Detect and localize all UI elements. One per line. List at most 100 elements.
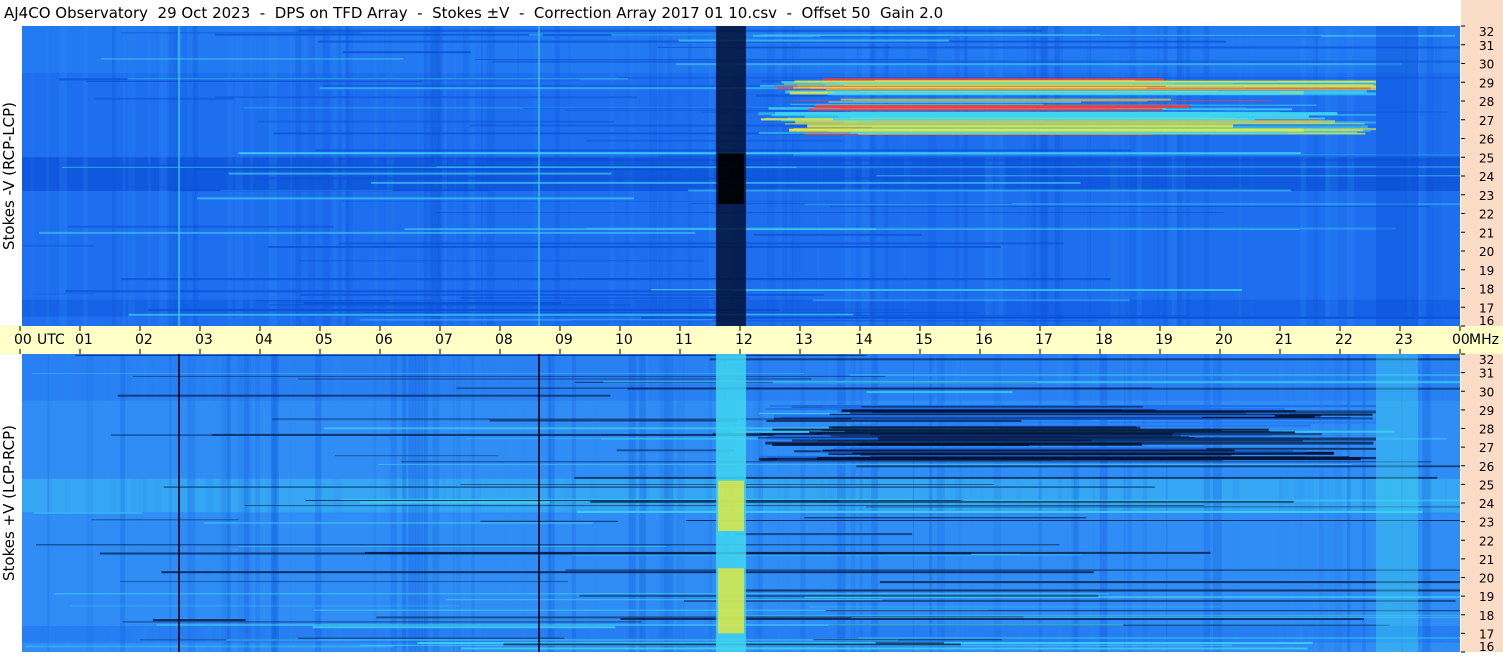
interference-line	[657, 155, 1460, 158]
frequency-tick-label: 26	[1479, 133, 1494, 147]
emission-streak	[840, 98, 1171, 101]
time-tick-label: 08	[495, 332, 513, 348]
interference-line	[312, 626, 616, 629]
texture-stripe	[589, 354, 598, 652]
emission-streak	[758, 132, 1289, 134]
interference-line	[117, 394, 611, 397]
interference-line	[359, 319, 713, 321]
time-tick-label: 06	[375, 332, 393, 348]
texture-stripe	[1368, 354, 1376, 652]
texture-stripe	[1300, 354, 1307, 652]
interference-line	[866, 391, 1013, 394]
texture-stripe	[59, 26, 67, 326]
texture-stripe	[649, 26, 657, 326]
interference-line	[830, 206, 1430, 207]
texture-stripe	[661, 26, 663, 326]
emission-streak	[818, 440, 1303, 442]
interference-line	[339, 242, 1064, 245]
interference-line	[298, 260, 704, 262]
panel-stokes-plus-v	[22, 354, 1460, 652]
texture-stripe	[784, 354, 790, 652]
texture-stripe	[182, 26, 187, 326]
time-tick-label: 03	[195, 332, 213, 348]
texture-stripe	[568, 26, 572, 326]
interference-line	[876, 175, 1460, 177]
interference-line	[163, 486, 1155, 488]
interference-line	[866, 506, 1460, 508]
interference-line	[119, 581, 569, 583]
interference-line	[86, 81, 423, 82]
interference-line	[268, 246, 1001, 248]
time-tick-label: 14	[855, 332, 873, 348]
interference-line	[22, 245, 95, 247]
emission-streak	[822, 449, 1235, 452]
emission-streak	[833, 118, 1256, 121]
calibration-line	[178, 26, 180, 326]
frequency-tick-label: 24	[1479, 170, 1494, 184]
interference-line	[194, 168, 681, 171]
texture-stripe	[481, 26, 483, 326]
texture-stripe	[290, 26, 292, 326]
texture-stripe	[86, 354, 94, 652]
interference-line	[305, 500, 962, 501]
interference-line	[238, 152, 1301, 155]
emission-streak	[793, 86, 1147, 89]
frequency-tick-label: 30	[1479, 58, 1494, 72]
interference-line	[91, 519, 239, 521]
emission-streak	[856, 121, 1368, 123]
texture-stripe	[219, 354, 226, 652]
texture-stripe	[708, 26, 714, 326]
spectrogram-top	[22, 26, 1460, 326]
frequency-tick-label: 20	[1479, 245, 1494, 259]
bottom-margin	[0, 652, 1503, 672]
frequency-tick-label: 31	[1479, 367, 1494, 381]
texture-stripe	[1279, 354, 1284, 652]
interference-line	[460, 297, 749, 299]
interference-line	[303, 302, 561, 305]
interference-line	[257, 120, 615, 123]
texture-stripe	[266, 354, 270, 652]
texture-stripe	[430, 26, 439, 326]
interference-line	[122, 621, 642, 623]
time-tick-label: 02	[135, 332, 153, 348]
texture-stripe	[295, 26, 302, 326]
frequency-tick-label: 23	[1479, 189, 1494, 203]
texture-stripe	[173, 26, 178, 326]
interference-line	[742, 589, 1460, 592]
texture-stripe	[462, 26, 470, 326]
interference-line	[256, 300, 391, 302]
emission-streak	[865, 129, 1364, 132]
interference-line	[31, 373, 805, 374]
frequency-tick-label: 25	[1479, 151, 1494, 165]
texture-stripe	[844, 26, 852, 326]
frequency-tick-label: 18	[1479, 609, 1494, 623]
emission-streak	[772, 428, 1269, 431]
interference-line	[401, 461, 1432, 463]
emission-streak	[807, 124, 1234, 128]
texture-stripe	[315, 354, 322, 652]
calibration-line	[178, 354, 180, 652]
emission-streak	[878, 437, 1376, 441]
interference-line	[576, 511, 1423, 513]
interference-line	[25, 645, 394, 648]
texture-stripe	[442, 26, 447, 326]
texture-stripe	[687, 26, 692, 326]
interference-line	[298, 637, 565, 639]
interference-line	[268, 304, 632, 306]
texture-stripe	[235, 26, 243, 326]
interference-line	[161, 571, 1094, 574]
emission-streak	[841, 410, 1296, 413]
ylabel-stokes-plus-v: Stokes +V (LCP-RCP)	[0, 425, 18, 581]
texture-stripe	[138, 354, 146, 652]
texture-stripe	[417, 26, 419, 326]
interference-line	[856, 465, 1460, 468]
interference-line	[342, 200, 866, 202]
interference-line	[70, 605, 460, 607]
interference-line	[571, 554, 1082, 556]
interference-line	[676, 63, 1402, 66]
emission-streak	[860, 452, 1232, 456]
texture-stripe	[1428, 354, 1432, 652]
interference-line	[835, 316, 1460, 318]
time-tick-label: 16	[975, 332, 993, 348]
emission-streak	[820, 82, 1376, 85]
